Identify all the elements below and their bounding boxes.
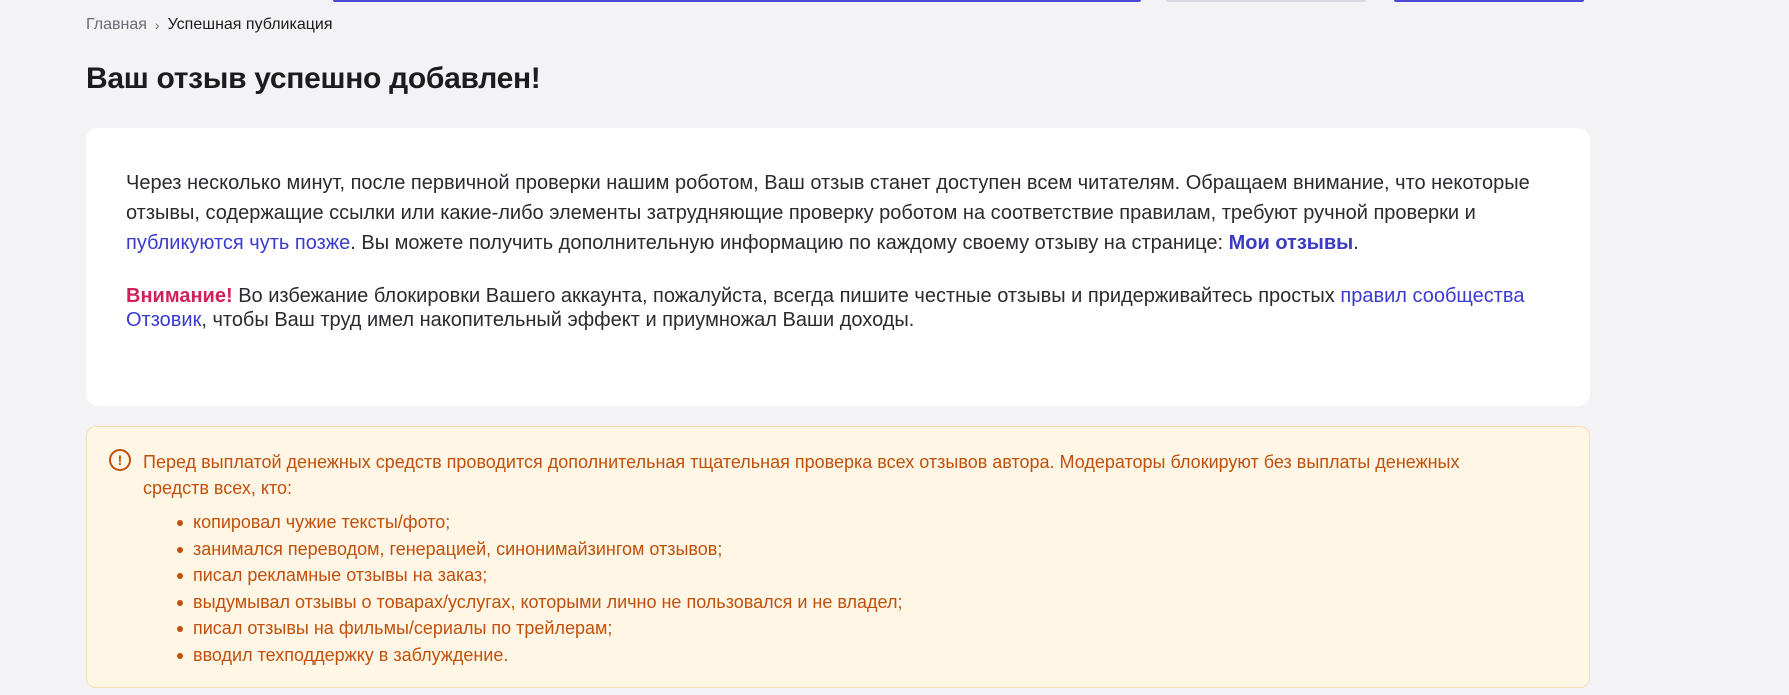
page-title: Ваш отзыв успешно добавлен! <box>86 62 541 95</box>
my-reviews-link[interactable]: Мои отзывы <box>1229 232 1354 254</box>
chevron-right-icon: › <box>154 17 160 33</box>
header-search-bar-edge <box>333 0 1141 2</box>
list-item: писал отзывы на фильмы/сериалы по трейле… <box>177 615 1529 642</box>
list-item: писал рекламные отзывы на заказ; <box>177 562 1529 589</box>
info-text: . Вы можете получить дополнительную инфо… <box>350 232 1229 254</box>
attention-text: Во избежание блокировки Вашего аккаунта,… <box>232 285 1341 307</box>
payout-warning-box: ! Перед выплатой денежных средств провод… <box>86 426 1590 688</box>
list-item: копировал чужие тексты/фото; <box>177 509 1529 536</box>
published-later-link[interactable]: публикуются чуть позже <box>126 232 350 254</box>
breadcrumb-current: Успешная публикация <box>167 16 333 33</box>
list-item: занимался переводом, генерацией, синоним… <box>177 536 1529 563</box>
info-card: Через несколько минут, после первичной п… <box>86 128 1590 406</box>
info-text: Через несколько минут, после первичной п… <box>126 172 1530 224</box>
attention-label: Внимание! <box>126 285 233 307</box>
attention-paragraph: Внимание! Во избежание блокировки Вашего… <box>126 284 1550 332</box>
info-text: . <box>1353 232 1359 254</box>
info-paragraph: Через несколько минут, после первичной п… <box>126 168 1550 258</box>
list-item: выдумывал отзывы о товарах/услугах, кото… <box>177 589 1529 616</box>
top-header-edge <box>0 0 1789 4</box>
breadcrumb-home-link[interactable]: Главная <box>86 16 147 34</box>
warning-intro: Перед выплатой денежных средств проводит… <box>143 452 1460 498</box>
header-button-edge <box>1394 0 1584 2</box>
attention-text: , чтобы Ваш труд имел накопительный эффе… <box>201 309 915 331</box>
breadcrumb: Главная › Успешная публикация <box>86 16 333 34</box>
violations-list: копировал чужие тексты/фото; занимался п… <box>143 509 1529 668</box>
list-item: вводил техподдержку в заблуждение. <box>177 642 1529 669</box>
header-control-edge <box>1166 0 1366 2</box>
exclamation-circle-icon: ! <box>109 449 131 471</box>
